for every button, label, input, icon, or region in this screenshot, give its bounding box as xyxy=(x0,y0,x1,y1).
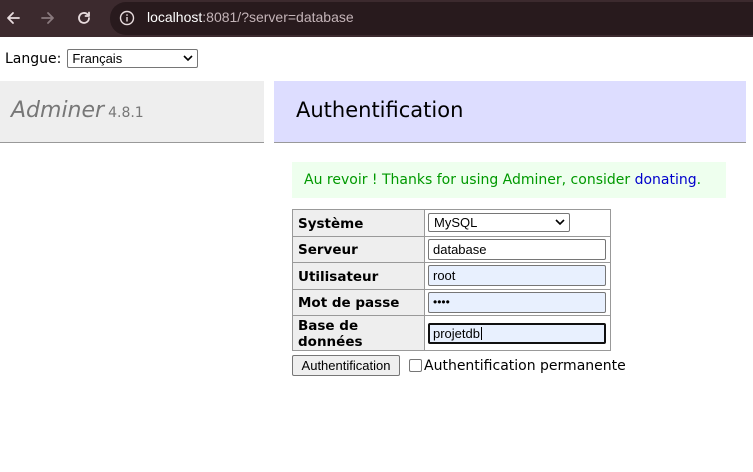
username-row: Utilisateur root xyxy=(292,262,611,290)
server-row: Serveur database xyxy=(292,235,611,263)
system-select[interactable]: MySQL xyxy=(428,213,570,233)
login-form-table: Système MySQL Serveur database Utilisate… xyxy=(292,209,611,351)
text-caret xyxy=(480,326,482,340)
url-text: localhost:8081/?server=database xyxy=(147,9,354,25)
browser-toolbar: localhost:8081/?server=database xyxy=(0,0,753,37)
address-bar[interactable]: localhost:8081/?server=database xyxy=(110,2,753,35)
language-form: Langue: Français xyxy=(5,49,199,68)
forward-arrow-icon xyxy=(41,12,54,24)
chevron-down-icon xyxy=(555,219,565,226)
url-path: :8081/?server=database xyxy=(202,9,354,25)
system-selected-value: MySQL xyxy=(434,215,478,231)
message-text: Au revoir ! Thanks for using Adminer, co… xyxy=(304,172,635,188)
password-cell: •••• xyxy=(424,288,611,316)
permanent-login-checkbox[interactable] xyxy=(409,359,422,372)
database-input[interactable]: projetdb xyxy=(428,322,606,344)
adminer-logo-link[interactable]: Adminer xyxy=(11,98,104,123)
donating-link[interactable]: donating xyxy=(635,172,697,188)
adminer-header: Adminer 4.8.1 xyxy=(0,81,264,143)
site-info-icon[interactable] xyxy=(119,10,135,26)
system-cell: MySQL xyxy=(424,209,611,237)
password-row: Mot de passe •••• xyxy=(292,288,611,316)
server-label: Serveur xyxy=(292,235,425,263)
permanent-login-label[interactable]: Authentification permanente xyxy=(424,358,626,374)
reload-icon xyxy=(78,11,90,24)
username-label: Utilisateur xyxy=(292,262,425,290)
username-cell: root xyxy=(424,262,611,290)
database-label: Base de données xyxy=(292,315,425,351)
database-cell: projetdb xyxy=(424,315,611,351)
url-host: localhost xyxy=(147,9,203,25)
adminer-version: 4.8.1 xyxy=(108,105,144,121)
logout-message: Au revoir ! Thanks for using Adminer, co… xyxy=(292,162,726,198)
database-input-value: projetdb xyxy=(433,325,480,341)
username-input[interactable]: root xyxy=(428,265,606,287)
password-input[interactable]: •••• xyxy=(428,291,606,313)
login-submit-button[interactable]: Authentification xyxy=(292,355,400,376)
system-row: Système MySQL xyxy=(292,209,611,237)
chevron-down-icon xyxy=(183,55,193,62)
back-button[interactable] xyxy=(1,6,25,30)
page-title: Authentification xyxy=(274,81,746,143)
server-input[interactable]: database xyxy=(428,238,606,260)
back-arrow-icon xyxy=(7,12,20,24)
forward-button[interactable] xyxy=(36,6,60,30)
system-label: Système xyxy=(292,209,425,237)
reload-button[interactable] xyxy=(72,6,96,30)
server-cell: database xyxy=(424,235,611,263)
message-suffix: . xyxy=(696,172,702,188)
language-select[interactable]: Français xyxy=(67,49,199,68)
language-label: Langue: xyxy=(5,50,62,67)
language-selected-value: Français xyxy=(72,51,123,66)
database-row: Base de données projetdb xyxy=(292,315,611,351)
submit-row: Authentification Authentification perman… xyxy=(292,355,626,376)
password-label: Mot de passe xyxy=(292,288,425,316)
